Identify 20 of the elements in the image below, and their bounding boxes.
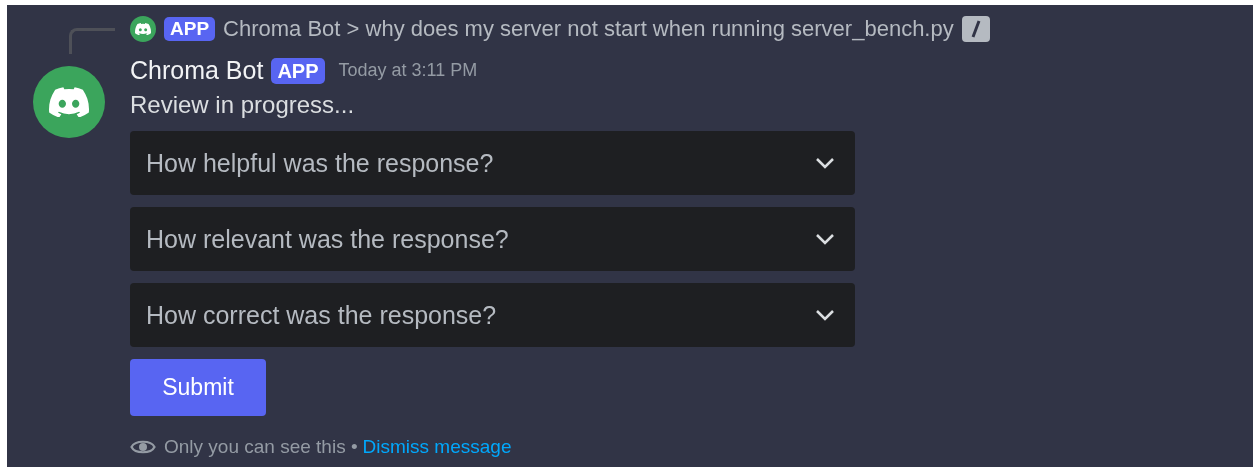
- reply-preview[interactable]: Chroma Bot > why does my server not start when running server_bench.py: [223, 16, 954, 42]
- author-name[interactable]: Chroma Bot: [130, 56, 264, 85]
- reply-connector-line: [68, 28, 115, 54]
- visibility-note: Only you can see this •: [164, 436, 358, 458]
- chevron-down-icon: [815, 233, 835, 245]
- submit-button[interactable]: Submit: [130, 359, 266, 416]
- discord-icon: [135, 22, 151, 36]
- select-menu[interactable]: How relevant was the response?: [130, 207, 855, 271]
- timestamp: Today at 3:11 PM: [338, 60, 478, 81]
- chevron-down-icon: [815, 309, 835, 321]
- select-menu[interactable]: How helpful was the response?: [130, 131, 855, 195]
- select-menu[interactable]: How correct was the response?: [130, 283, 855, 347]
- chevron-down-icon: [815, 157, 835, 169]
- slash-command-icon: [961, 16, 990, 42]
- dismiss-link[interactable]: Dismiss message: [362, 436, 512, 458]
- app-badge: APP: [271, 57, 325, 84]
- app-badge: APP: [164, 16, 216, 42]
- message-text: Review in progress...: [130, 91, 356, 119]
- discord-icon: [48, 86, 89, 118]
- bot-avatar[interactable]: [130, 16, 156, 42]
